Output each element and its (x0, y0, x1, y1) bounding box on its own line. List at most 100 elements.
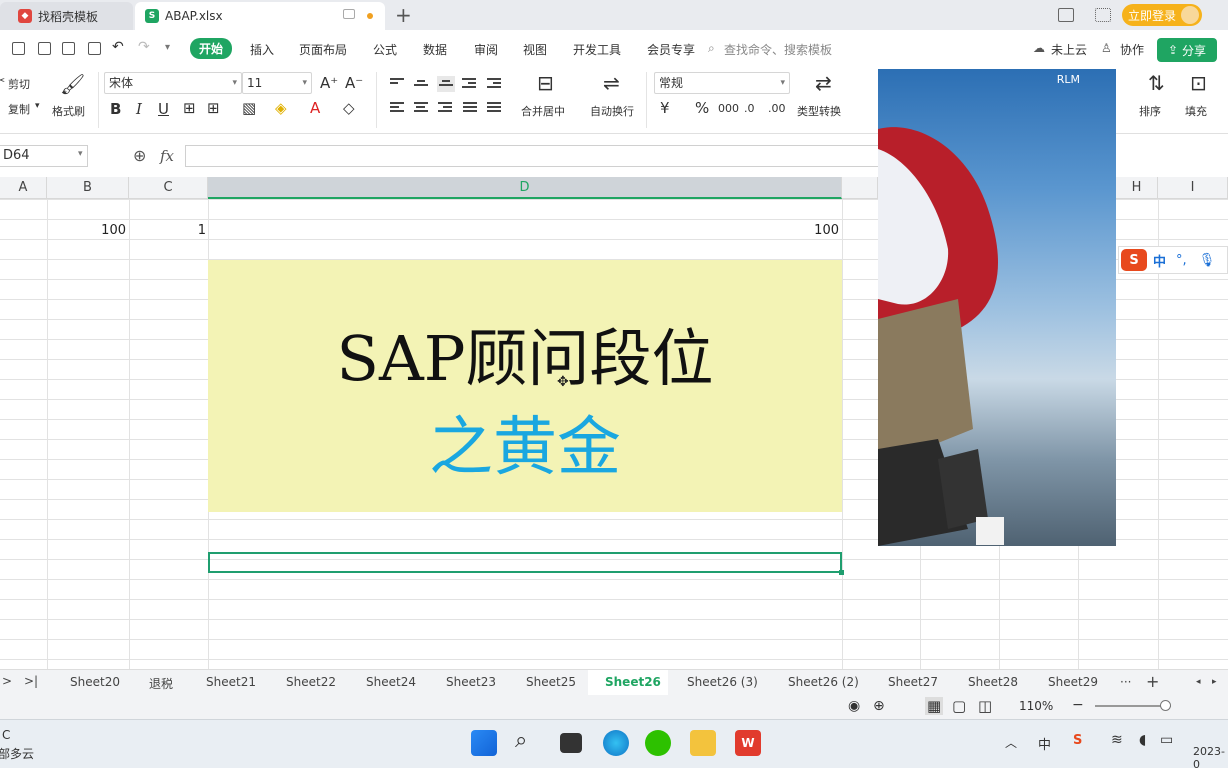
menu-member[interactable]: 会员专享 (647, 41, 695, 58)
share-button[interactable]: ⇪ 分享 (1157, 38, 1217, 62)
font-color-icon[interactable]: A (310, 99, 320, 117)
distribute-icon[interactable] (487, 102, 501, 114)
print-preview-icon[interactable] (88, 42, 101, 55)
column-header-b[interactable]: B (47, 177, 129, 199)
microphone-icon[interactable]: 🎙 (1199, 253, 1216, 268)
sort-button[interactable]: 排序 (1139, 103, 1161, 119)
column-header-d[interactable]: D (208, 177, 842, 199)
apps-grid-icon[interactable] (1095, 8, 1111, 22)
wps-icon[interactable]: W (735, 730, 761, 756)
sheet-tab[interactable]: Sheet27 (888, 675, 938, 689)
eye-protect-icon[interactable]: ◉ (848, 698, 860, 714)
clear-format-icon[interactable]: ◇ (343, 99, 355, 117)
cut-button[interactable]: 剪切 (8, 76, 30, 92)
wifi-icon[interactable]: ≋ (1111, 732, 1123, 748)
task-view-icon[interactable] (560, 733, 582, 753)
fx-icon[interactable]: fx (160, 147, 174, 165)
selected-cell[interactable] (208, 552, 844, 575)
italic-button[interactable]: I (136, 100, 142, 118)
strikethrough-icon[interactable]: ⊞ (183, 99, 196, 117)
increase-decimal-icon[interactable]: .0 (744, 102, 755, 115)
sheet-tab[interactable]: Sheet29 (1048, 675, 1098, 689)
decrease-decimal-icon[interactable]: .00 (768, 102, 786, 115)
merge-center-button[interactable]: 合并居中 (521, 103, 565, 119)
number-format-select[interactable]: 常规 (654, 72, 790, 94)
name-box[interactable]: D64 (0, 145, 88, 167)
column-header-h[interactable]: H (1116, 177, 1158, 199)
wrap-text-button[interactable]: 自动换行 (590, 103, 634, 119)
zoom-slider-handle[interactable] (1160, 700, 1171, 711)
ime-indicator[interactable]: 中 (1038, 734, 1051, 753)
menu-view[interactable]: 视图 (523, 41, 547, 58)
normal-view-icon[interactable]: ▦ (925, 697, 944, 715)
formula-input[interactable] (185, 145, 885, 167)
window-icon[interactable] (343, 9, 355, 19)
menu-formulas[interactable]: 公式 (373, 41, 397, 58)
border-icon[interactable]: ⊞ (207, 99, 220, 117)
align-middle-icon[interactable] (414, 80, 428, 88)
font-name-select[interactable]: 宋体 (104, 72, 242, 94)
sheet-tab[interactable]: Sheet28 (968, 675, 1018, 689)
page-break-view-icon[interactable]: ◫ (978, 697, 992, 715)
indent-increase-icon[interactable] (487, 78, 501, 90)
sheet-tab[interactable]: 退税 (149, 675, 173, 692)
menu-insert[interactable]: 插入 (250, 41, 274, 58)
last-sheet-icon[interactable]: >| (24, 674, 38, 688)
menu-page-layout[interactable]: 页面布局 (299, 41, 347, 58)
fill-color-icon[interactable]: ◈ (275, 99, 287, 117)
customize-chevron-down-icon[interactable]: ▾ (165, 42, 170, 53)
copy-chevron-down-icon[interactable]: ▾ (35, 101, 40, 111)
align-center-icon[interactable] (414, 102, 428, 114)
format-painter-button[interactable]: 格式刷 (52, 103, 85, 119)
login-button[interactable]: 立即登录 (1122, 4, 1202, 26)
weather-desc[interactable]: 部多云 (0, 745, 34, 762)
search-taskbar-icon[interactable]: ⌕ (515, 728, 527, 753)
weather-temp[interactable]: C (2, 728, 10, 742)
crosshair-icon[interactable]: ⊕ (873, 698, 885, 714)
column-header-i[interactable]: I (1158, 177, 1228, 199)
align-right-icon[interactable] (438, 102, 452, 114)
tab-template[interactable]: ◆ 找稻壳模板 (0, 2, 133, 30)
menu-home[interactable]: 开始 (190, 38, 233, 59)
cell-style-icon[interactable]: ▧ (242, 99, 256, 117)
prev-sheet-icon[interactable]: > (2, 674, 12, 688)
name-box-chevron-down-icon[interactable]: ▾ (78, 149, 83, 159)
clock-date[interactable]: 2023-0 (1193, 745, 1228, 768)
column-header-e[interactable] (842, 177, 878, 199)
skydiver-photo[interactable]: RLM (878, 69, 1116, 546)
menu-review[interactable]: 审阅 (474, 41, 498, 58)
wechat-icon[interactable] (645, 730, 671, 756)
search-input[interactable]: 查找命令、搜索模板 (724, 41, 832, 58)
tab-abap-xlsx[interactable]: S ABAP.xlsx (135, 2, 385, 30)
percent-icon[interactable]: % (695, 99, 709, 117)
currency-icon[interactable]: ¥ (660, 99, 670, 117)
sheet-tab[interactable]: Sheet25 (526, 675, 576, 689)
zoom-out-button[interactable]: − (1072, 697, 1084, 713)
zoom-search-icon[interactable]: ⊕ (133, 146, 146, 165)
undo-icon[interactable]: ↶ (112, 39, 124, 55)
print-icon[interactable] (62, 42, 75, 55)
edge-icon[interactable] (603, 730, 629, 756)
ime-punct[interactable]: °, (1176, 253, 1187, 268)
cloud-status[interactable]: 未上云 (1051, 41, 1087, 58)
file-explorer-icon[interactable] (690, 730, 716, 756)
volume-icon[interactable]: ◖ (1139, 732, 1146, 748)
collab-button[interactable]: 协作 (1120, 41, 1144, 58)
underline-button[interactable]: U (158, 100, 169, 118)
sheet-tab[interactable]: Sheet24 (366, 675, 416, 689)
page-layout-view-icon[interactable]: ▢ (952, 697, 966, 715)
menu-data[interactable]: 数据 (423, 41, 447, 58)
type-convert-button[interactable]: 类型转换 (797, 103, 841, 119)
sheet-tab[interactable]: Sheet23 (446, 675, 496, 689)
align-left-icon[interactable] (390, 102, 404, 114)
fill-button[interactable]: 填充 (1185, 103, 1207, 119)
menu-developer[interactable]: 开发工具 (573, 41, 621, 58)
thousands-icon[interactable]: 000 (718, 102, 739, 115)
chevron-up-icon[interactable]: ︿ (1005, 734, 1017, 751)
bold-button[interactable]: B (110, 100, 121, 118)
column-header-c[interactable]: C (129, 177, 208, 199)
ime-mode[interactable]: 中 (1153, 251, 1166, 270)
justify-icon[interactable] (463, 102, 477, 114)
sheet-tab[interactable]: Sheet26 (3) (687, 675, 758, 689)
title-banner[interactable]: SAP顾问段位 之黄金 (208, 260, 842, 512)
